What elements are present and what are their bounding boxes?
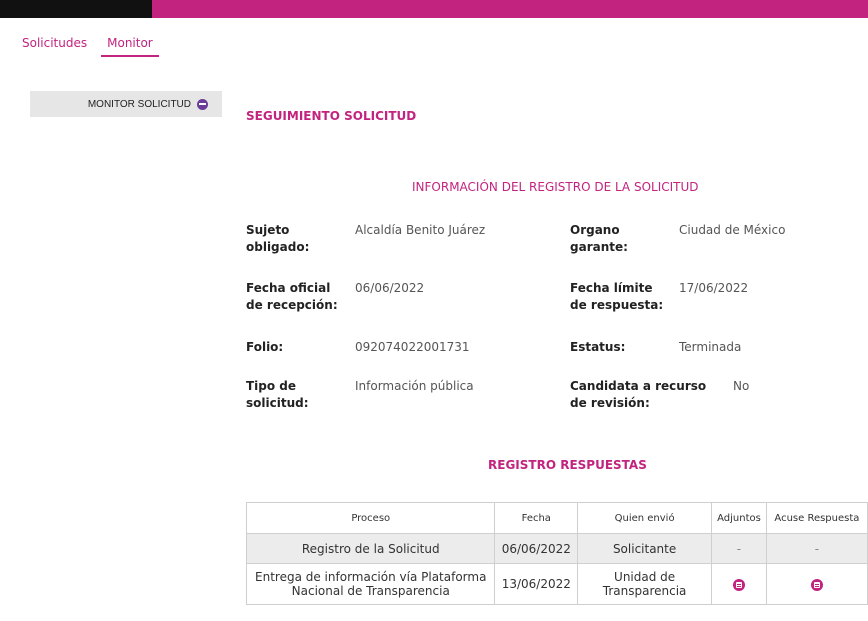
sujeto-label-line2: obligado: [246,240,310,254]
organo-label-line2: garante: [570,240,628,254]
cell-quien-line1: Unidad de [614,570,676,584]
monitor-icon [197,98,208,110]
organo-label: Organo garante: [570,222,628,256]
cell-adjuntos: - [711,533,767,564]
table-row: Registro de la Solicitud 06/06/2022 Soli… [245,533,868,564]
fecha-limite-value: 17/06/2022 [679,281,749,295]
document-icon[interactable] [810,578,823,591]
document-icon[interactable] [732,578,745,591]
page-title: SEGUIMIENTO SOLICITUD [246,109,417,123]
cell-proceso-line1: Entrega de información vía Plataforma [255,570,487,584]
tipo-label-line1: Tipo de [246,379,297,393]
sujeto-label-line1: Sujeto [246,223,290,237]
top-bar-dark [0,0,152,18]
responses-section-title: REGISTRO RESPUESTAS [488,458,647,472]
fecha-limite-label-line1: Fecha límite [570,281,653,295]
tab-monitor[interactable]: Monitor [101,36,159,57]
candidata-recurso-value: No [733,379,750,393]
sujeto-value: Alcaldía Benito Juárez [355,223,486,237]
monitor-solicitud-label: MONITOR SOLICITUD [87,98,191,110]
table-row: Entrega de información vía Plataforma Na… [245,563,868,605]
cell-proceso-line2: Nacional de Transparencia [291,584,450,598]
fecha-limite-label-line2: de respuesta: [570,298,664,312]
fecha-oficial-label: Fecha oficial de recepción: [246,280,338,314]
tab-solicitudes[interactable]: Solicitudes [22,36,87,57]
cell-quien-envio: Unidad de Transparencia [577,563,713,605]
table-header-row: Proceso Fecha Quien envió Adjuntos Acuse… [245,502,868,534]
fecha-oficial-label-line1: Fecha oficial [246,281,331,295]
fecha-limite-label: Fecha límite de respuesta: [570,280,663,314]
organo-label-line1: Organo [570,223,620,237]
header-proceso: Proceso [245,502,496,534]
responses-table: Proceso Fecha Quien envió Adjuntos Acuse… [245,502,868,605]
top-bar-accent [152,0,868,18]
organo-value: Ciudad de México [679,223,786,237]
fecha-oficial-value: 06/06/2022 [355,281,425,295]
tipo-label-line2: solicitud: [246,396,309,410]
fecha-oficial-label-line2: de recepción: [246,298,338,312]
tipo-solicitud-label: Tipo de solicitud: [246,378,309,412]
info-section-title: INFORMACIÓN DEL REGISTRO DE LA SOLICITUD [412,180,699,194]
cell-proceso: Entrega de información vía Plataforma Na… [245,563,496,605]
header-adjuntos: Adjuntos [711,502,767,534]
estatus-value: Terminada [679,340,742,354]
cell-proceso: Registro de la Solicitud [245,533,496,564]
tipo-solicitud-value: Información pública [355,379,474,393]
folio-label: Folio: [246,340,284,354]
header-quien-envio: Quien envió [577,502,713,534]
candidata-label-line1: Candidata a recurso [570,379,707,393]
cell-adjuntos [711,563,767,605]
cell-acuse: - [765,533,868,564]
cell-quien-line2: Transparencia [602,584,687,598]
sujeto-label: Sujeto obligado: [246,222,309,256]
monitor-solicitud-button[interactable]: MONITOR SOLICITUD [30,91,222,117]
header-acuse-respuesta: Acuse Respuesta [765,502,868,534]
header-fecha: Fecha [494,502,579,534]
cell-quien-envio: Solicitante [577,533,713,564]
candidata-recurso-label: Candidata a recurso de revisión: [570,378,706,412]
candidata-label-line2: de revisión: [570,396,650,410]
cell-acuse [765,563,868,605]
folio-value: 092074022001731 [355,340,470,354]
cell-fecha: 06/06/2022 [494,533,579,564]
cell-fecha: 13/06/2022 [494,563,579,605]
top-nav: Solicitudes Monitor [22,36,159,57]
estatus-label: Estatus: [570,340,626,354]
